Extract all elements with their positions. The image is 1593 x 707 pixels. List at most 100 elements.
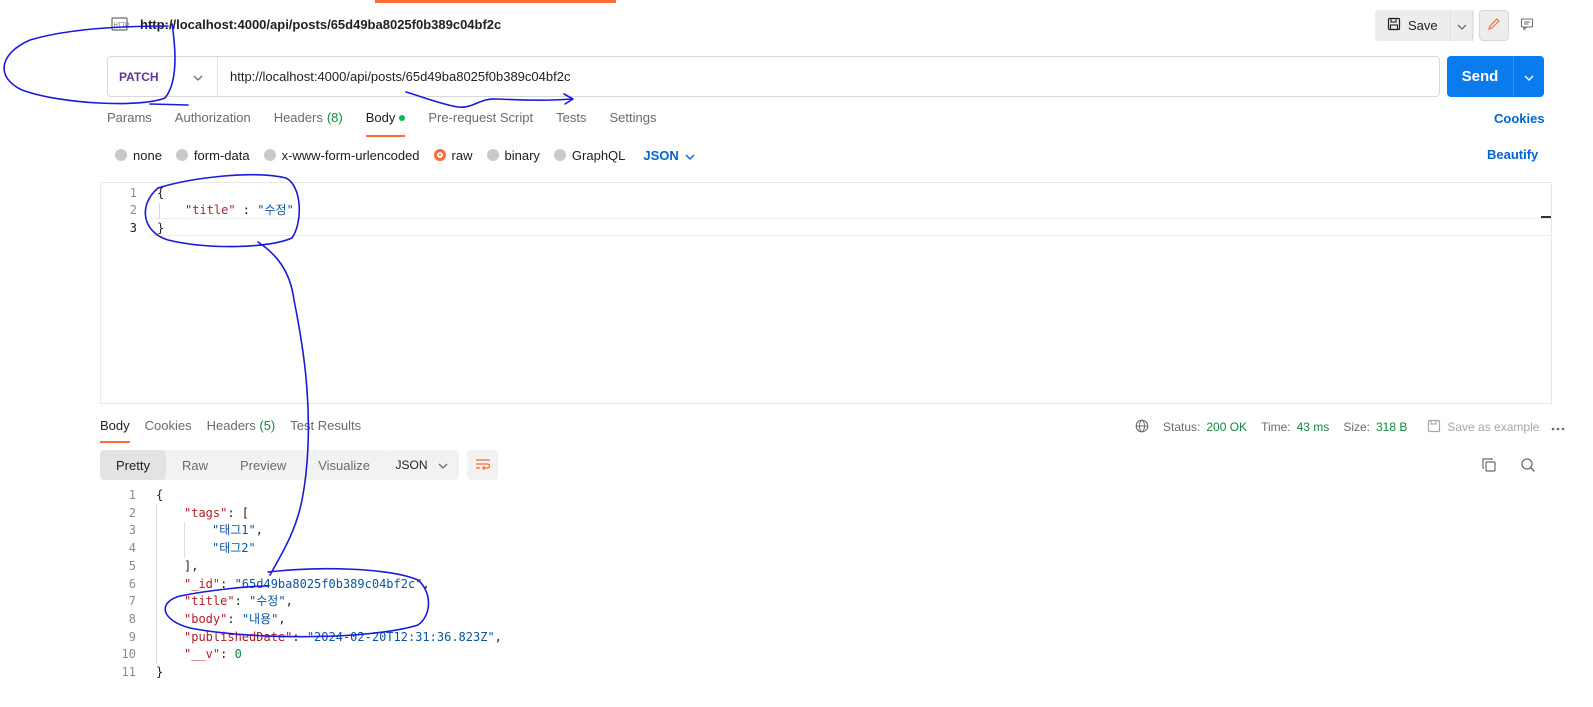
status-value[interactable]: 200 OK xyxy=(1206,420,1247,434)
code-line: 8 "body": "내용", xyxy=(100,610,1552,628)
code-line: 1 { xyxy=(100,486,1552,504)
tab-pre-request-script[interactable]: Pre-request Script xyxy=(428,110,544,136)
active-tab-indicator xyxy=(375,0,616,3)
tab-label: Cookies xyxy=(144,418,192,433)
tab-params[interactable]: Params xyxy=(107,110,163,136)
code-text: "__v": 0 xyxy=(184,647,242,662)
more-icon[interactable] xyxy=(1551,420,1565,434)
response-body-viewer[interactable]: 1 { 2 "tags": [ 3 "태그1", 4 "태그2" 5 ], 6 … xyxy=(100,486,1552,686)
send-button[interactable]: Send xyxy=(1447,56,1513,97)
line-number: 6 xyxy=(128,576,136,591)
view-raw-button[interactable]: Raw xyxy=(166,450,224,480)
body-type-selector: none form-data x-www-form-urlencoded raw… xyxy=(115,146,695,164)
json-value: "태그2" xyxy=(212,541,256,556)
body-type-urlencoded[interactable]: x-www-form-urlencoded xyxy=(263,147,420,163)
json-key: "title" xyxy=(185,203,236,217)
format-label: JSON xyxy=(395,458,428,472)
method-select[interactable]: PATCH xyxy=(108,57,218,96)
beautify-link[interactable]: Beautify xyxy=(1487,147,1538,162)
search-response-button[interactable] xyxy=(1517,455,1539,477)
line-number: 10 xyxy=(121,647,136,662)
view-visualize-button[interactable]: Visualize xyxy=(302,450,386,480)
code-line: 2 "tags": [ xyxy=(100,504,1552,522)
tab-tests[interactable]: Tests xyxy=(556,110,597,136)
request-title[interactable]: http://localhost:4000/api/posts/65d49ba8… xyxy=(140,17,501,32)
tab-label: Settings xyxy=(609,110,657,125)
code-line: 6 "_id": "65d49ba8025f0b389c04bf2c", xyxy=(100,575,1552,593)
send-options-button[interactable] xyxy=(1513,56,1544,97)
code-line: 9 "publishedDate": "2024-02-20T12:31:36.… xyxy=(100,628,1552,646)
http-request-icon: HTTP xyxy=(110,15,130,33)
code-line: 11 } xyxy=(100,663,1552,681)
request-body-editor[interactable]: 1 { 2 "title" : "수정" 3 } xyxy=(100,182,1552,404)
edit-mode-button[interactable] xyxy=(1479,10,1509,41)
body-type-form-data[interactable]: form-data xyxy=(175,147,250,163)
code-line: 1 { xyxy=(101,184,1551,202)
radio-label: GraphQL xyxy=(571,147,626,163)
save-button[interactable]: Save xyxy=(1375,10,1450,41)
code-line: 7 "title": "수정", xyxy=(100,592,1552,610)
copy-response-button[interactable] xyxy=(1478,455,1500,477)
response-tab-body[interactable]: Body xyxy=(100,418,130,443)
response-tab-test-results[interactable]: Test Results xyxy=(290,418,361,442)
save-options-button[interactable] xyxy=(1449,10,1474,41)
json-key: "publishedDate" xyxy=(184,629,293,644)
json-separator: : xyxy=(235,203,258,217)
code-text: } xyxy=(157,221,165,235)
globe-icon[interactable] xyxy=(1135,419,1149,436)
cookies-link[interactable]: Cookies xyxy=(1494,111,1545,126)
json-value: "태그1" xyxy=(212,523,256,538)
json-value: "내용" xyxy=(241,611,279,626)
response-format-select[interactable]: JSON xyxy=(384,450,459,480)
comment-icon xyxy=(1520,17,1534,34)
scrollbar-marker xyxy=(1541,216,1551,218)
json-key: "_id" xyxy=(184,576,221,591)
tab-body[interactable]: Body xyxy=(365,110,417,137)
code-line: 5 ], xyxy=(100,557,1552,575)
json-key: "title" xyxy=(184,594,235,609)
code-text: "태그1", xyxy=(212,523,263,538)
json-key: "body" xyxy=(184,611,228,626)
response-tab-headers[interactable]: Headers (5) xyxy=(207,418,276,442)
code-text: "publishedDate": "2024-02-20T12:31:36.82… xyxy=(184,629,502,644)
code-text: { xyxy=(157,186,165,200)
body-type-raw[interactable]: raw xyxy=(433,147,473,163)
wrap-lines-button[interactable] xyxy=(467,450,498,480)
json-value: 0 xyxy=(234,647,242,662)
line-number: 7 xyxy=(128,594,136,609)
radio-label: raw xyxy=(451,147,473,163)
view-pretty-button[interactable]: Pretty xyxy=(100,450,166,480)
radio-button xyxy=(263,149,276,161)
save-label: Save xyxy=(1408,18,1438,33)
body-type-graphql[interactable]: GraphQL xyxy=(553,147,626,163)
radio-button xyxy=(553,149,566,161)
url-input[interactable] xyxy=(218,69,1439,84)
save-example-icon xyxy=(1427,419,1441,436)
response-tab-cookies[interactable]: Cookies xyxy=(145,418,192,442)
send-group: Send xyxy=(1447,56,1544,97)
language-select[interactable]: JSON xyxy=(643,148,695,163)
tab-authorization[interactable]: Authorization xyxy=(175,110,262,136)
save-as-example-button[interactable]: Save as example xyxy=(1427,419,1539,436)
tab-label: Headers xyxy=(206,418,256,433)
radio-label: form-data xyxy=(193,147,250,163)
code-text: "_id": "65d49ba8025f0b389c04bf2c", xyxy=(184,576,430,591)
line-number: 9 xyxy=(128,629,136,644)
tab-headers[interactable]: Headers (8) xyxy=(274,110,354,136)
body-modified-dot xyxy=(399,115,406,121)
comments-button[interactable] xyxy=(1513,10,1542,41)
view-preview-button[interactable]: Preview xyxy=(224,450,302,480)
body-type-none[interactable]: none xyxy=(115,148,162,163)
time-value[interactable]: 43 ms xyxy=(1297,420,1330,434)
wrap-icon xyxy=(475,457,491,474)
annotation-line-method xyxy=(149,103,189,106)
json-value: "수정" xyxy=(257,203,294,217)
tab-settings[interactable]: Settings xyxy=(609,110,667,136)
save-group: Save xyxy=(1375,10,1474,41)
size-value[interactable]: 318 B xyxy=(1376,420,1407,434)
code-line: 3 } xyxy=(101,219,1551,237)
radio-label: x-www-form-urlencoded xyxy=(281,147,420,163)
code-text: ], xyxy=(184,558,199,573)
headers-count: (8) xyxy=(326,110,343,125)
body-type-binary[interactable]: binary xyxy=(486,148,540,163)
